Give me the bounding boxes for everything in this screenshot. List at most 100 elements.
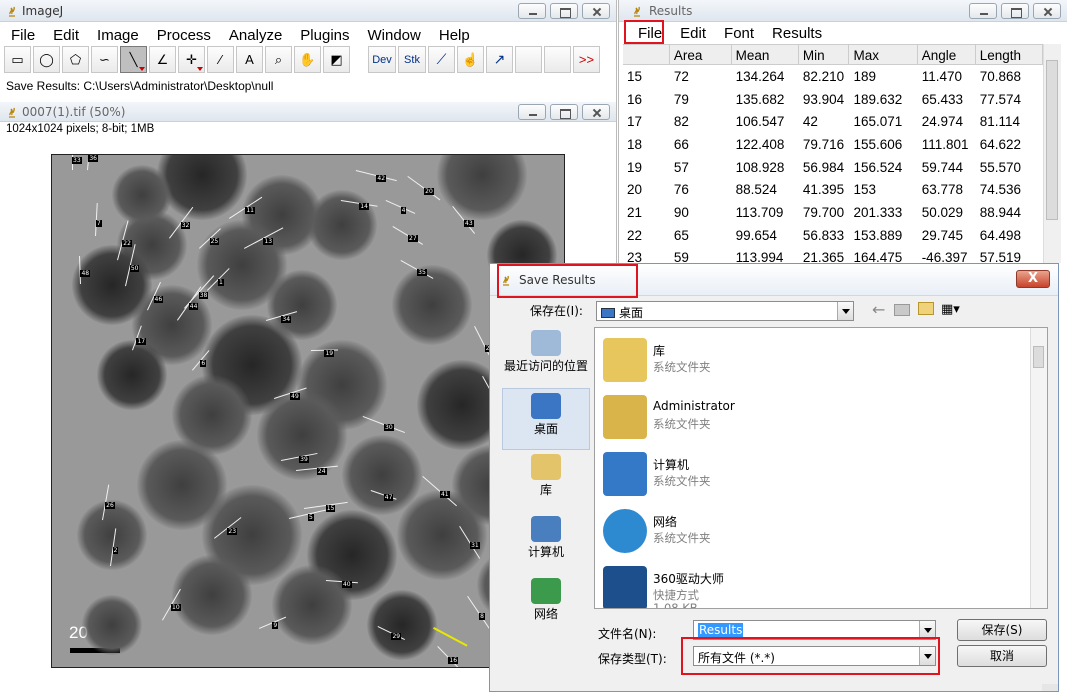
menu-file[interactable]: File <box>2 27 44 44</box>
save-button[interactable]: 保存(S) <box>957 619 1047 641</box>
chevron-down-icon[interactable] <box>919 621 935 639</box>
chevron-down-icon[interactable] <box>837 302 853 320</box>
file-list[interactable]: 库系统文件夹 Administrator 系统文件夹 计算机 系统文件夹 网络 系统文件夹 3… <box>594 327 1048 609</box>
scroll-thumb[interactable] <box>1033 346 1044 368</box>
file-item[interactable]: 库系统文件夹 <box>599 332 1019 388</box>
results-menu-edit[interactable]: Edit <box>671 25 715 42</box>
back-arrow-icon[interactable]: ← <box>872 300 885 319</box>
scroll-thumb[interactable] <box>1046 60 1058 220</box>
dialog-resize-grip[interactable] <box>1042 684 1058 691</box>
dialog-close-button[interactable]: X <box>1016 270 1050 288</box>
line-tool-button[interactable]: ╲ <box>120 46 147 73</box>
maximize-button[interactable] <box>550 104 578 120</box>
view-menu-icon[interactable]: ▦▾ <box>941 302 960 317</box>
brush-button[interactable]: ⟋ <box>428 46 455 73</box>
results-menu-results[interactable]: Results <box>763 25 831 42</box>
table-row[interactable]: 16 79 135.682 93.904 189.632 65.433 77.574 <box>623 88 1043 111</box>
measurement-label: 23 <box>227 527 238 535</box>
minimize-button[interactable] <box>518 3 546 19</box>
minimize-button[interactable] <box>518 104 546 120</box>
table-cell: 70.868 <box>979 68 1021 84</box>
place-network[interactable]: 网络 <box>502 574 590 636</box>
freehand-tool-button[interactable]: ∽ <box>91 46 118 73</box>
point-tool-button[interactable]: ✛ <box>178 46 205 73</box>
magnifier-tool-button[interactable]: ⌕ <box>265 46 292 73</box>
place-recent-places[interactable]: 最近访问的位置 <box>502 326 590 388</box>
table-row[interactable]: 20 76 88.524 41.395 153 63.778 74.536 <box>623 178 1043 201</box>
dialog-title: Save Results <box>519 273 596 287</box>
table-cell: 82.210 <box>802 68 845 84</box>
arrow-button[interactable]: ↗ <box>486 46 513 73</box>
color-picker-tool-button[interactable]: ◩ <box>323 46 350 73</box>
cancel-button[interactable]: 取消 <box>957 645 1047 667</box>
imagej-window: ImageJ File Edit Image Process Analyze Plugin… <box>0 0 617 102</box>
minimize-button[interactable] <box>969 3 997 19</box>
file-item[interactable]: Administrator 系统文件夹 <box>599 389 1019 445</box>
table-row[interactable]: 18 66 122.408 79.716 155.606 111.801 64.622 <box>623 133 1043 156</box>
close-button[interactable] <box>1033 3 1061 19</box>
hand-tool-button[interactable]: ✋ <box>294 46 321 73</box>
table-cell: 64.622 <box>979 136 1021 152</box>
filename-input[interactable]: Results <box>693 620 936 640</box>
table-row[interactable]: 19 57 108.928 56.984 156.524 59.744 55.570 <box>623 156 1043 179</box>
table-cell: 88.524 <box>735 182 777 198</box>
up-folder-icon[interactable] <box>894 304 910 316</box>
close-button[interactable] <box>582 104 610 120</box>
angle-tool-button[interactable]: ∠ <box>149 46 176 73</box>
maximize-button[interactable] <box>1001 3 1029 19</box>
menu-help[interactable]: Help <box>430 27 479 44</box>
image-titlebar[interactable]: 0007(1).tif (50%) <box>0 102 616 122</box>
table-cell: 155.606 <box>853 136 903 152</box>
file-list-scrollbar[interactable] <box>1030 328 1047 608</box>
empty-tool-slot[interactable] <box>544 46 571 73</box>
place-desktop[interactable]: 桌面 <box>502 388 590 450</box>
menu-image[interactable]: Image <box>88 27 148 44</box>
results-menu-file[interactable]: File <box>629 25 671 42</box>
results-titlebar[interactable]: Results <box>619 0 1067 22</box>
place-libraries[interactable]: 库 <box>502 450 590 512</box>
table-row[interactable]: 15 72 134.264 82.210 189 11.470 70.868 <box>623 65 1043 88</box>
file-item[interactable]: 360驱动大师 快捷方式 1.08 KB <box>599 560 1019 608</box>
libraries-icon <box>531 454 561 480</box>
measurement-label: 47 <box>383 494 394 502</box>
table-row[interactable]: 22 65 99.654 56.833 153.889 29.745 64.498 <box>623 224 1043 247</box>
menu-analyze[interactable]: Analyze <box>220 27 291 44</box>
menu-window[interactable]: Window <box>359 27 430 44</box>
imagej-titlebar[interactable]: ImageJ <box>0 0 616 22</box>
wand-tool-button[interactable]: ⁄ <box>207 46 234 73</box>
oval-tool-button[interactable]: ◯ <box>33 46 60 73</box>
menu-process[interactable]: Process <box>148 27 220 44</box>
tem-image-canvas[interactable]: 20 nm 3332343031363839292826252427212223… <box>51 154 565 668</box>
maximize-button[interactable] <box>550 3 578 19</box>
chevron-down-icon[interactable] <box>919 647 935 665</box>
menu-plugins[interactable]: Plugins <box>291 27 358 44</box>
empty-tool-slot[interactable] <box>515 46 542 73</box>
new-folder-icon[interactable] <box>918 302 934 315</box>
dropdown-indicator-icon <box>197 67 203 71</box>
particle-blob <box>272 565 352 645</box>
stk-button[interactable]: Stk <box>398 46 426 73</box>
rectangle-tool-button[interactable]: ▭ <box>4 46 31 73</box>
table-cell: 77.574 <box>979 91 1021 107</box>
measurement-label: 4 <box>400 206 407 214</box>
file-item[interactable]: 网络 系统文件夹 <box>599 503 1019 559</box>
table-row[interactable]: 21 90 113.709 79.700 201.333 50.029 88.944 <box>623 201 1043 224</box>
table-row[interactable]: 17 82 106.547 42 165.071 24.974 81.114 <box>623 110 1043 133</box>
results-menu-font[interactable]: Font <box>715 25 763 42</box>
close-button[interactable] <box>582 3 610 19</box>
menu-edit[interactable]: Edit <box>44 27 88 44</box>
save-in-combo[interactable]: 桌面 <box>596 301 854 321</box>
flood-fill-button[interactable]: ☝ <box>457 46 484 73</box>
dev-button[interactable]: Dev <box>368 46 396 73</box>
text-tool-button[interactable]: A <box>236 46 263 73</box>
filetype-select[interactable]: 所有文件 (*.*) <box>693 646 936 666</box>
place-computer[interactable]: 计算机 <box>502 512 590 574</box>
file-item[interactable]: 计算机 系统文件夹 <box>599 446 1019 502</box>
more-tools-button[interactable]: >> <box>573 46 600 73</box>
measurement-label: 24 <box>316 467 327 475</box>
dialog-titlebar[interactable]: Save Results X <box>490 264 1058 296</box>
polygon-tool-button[interactable]: ⬠ <box>62 46 89 73</box>
measurement-label: 25 <box>209 238 220 246</box>
library-folder-icon <box>603 338 647 382</box>
results-scrollbar[interactable] <box>1043 44 1061 263</box>
